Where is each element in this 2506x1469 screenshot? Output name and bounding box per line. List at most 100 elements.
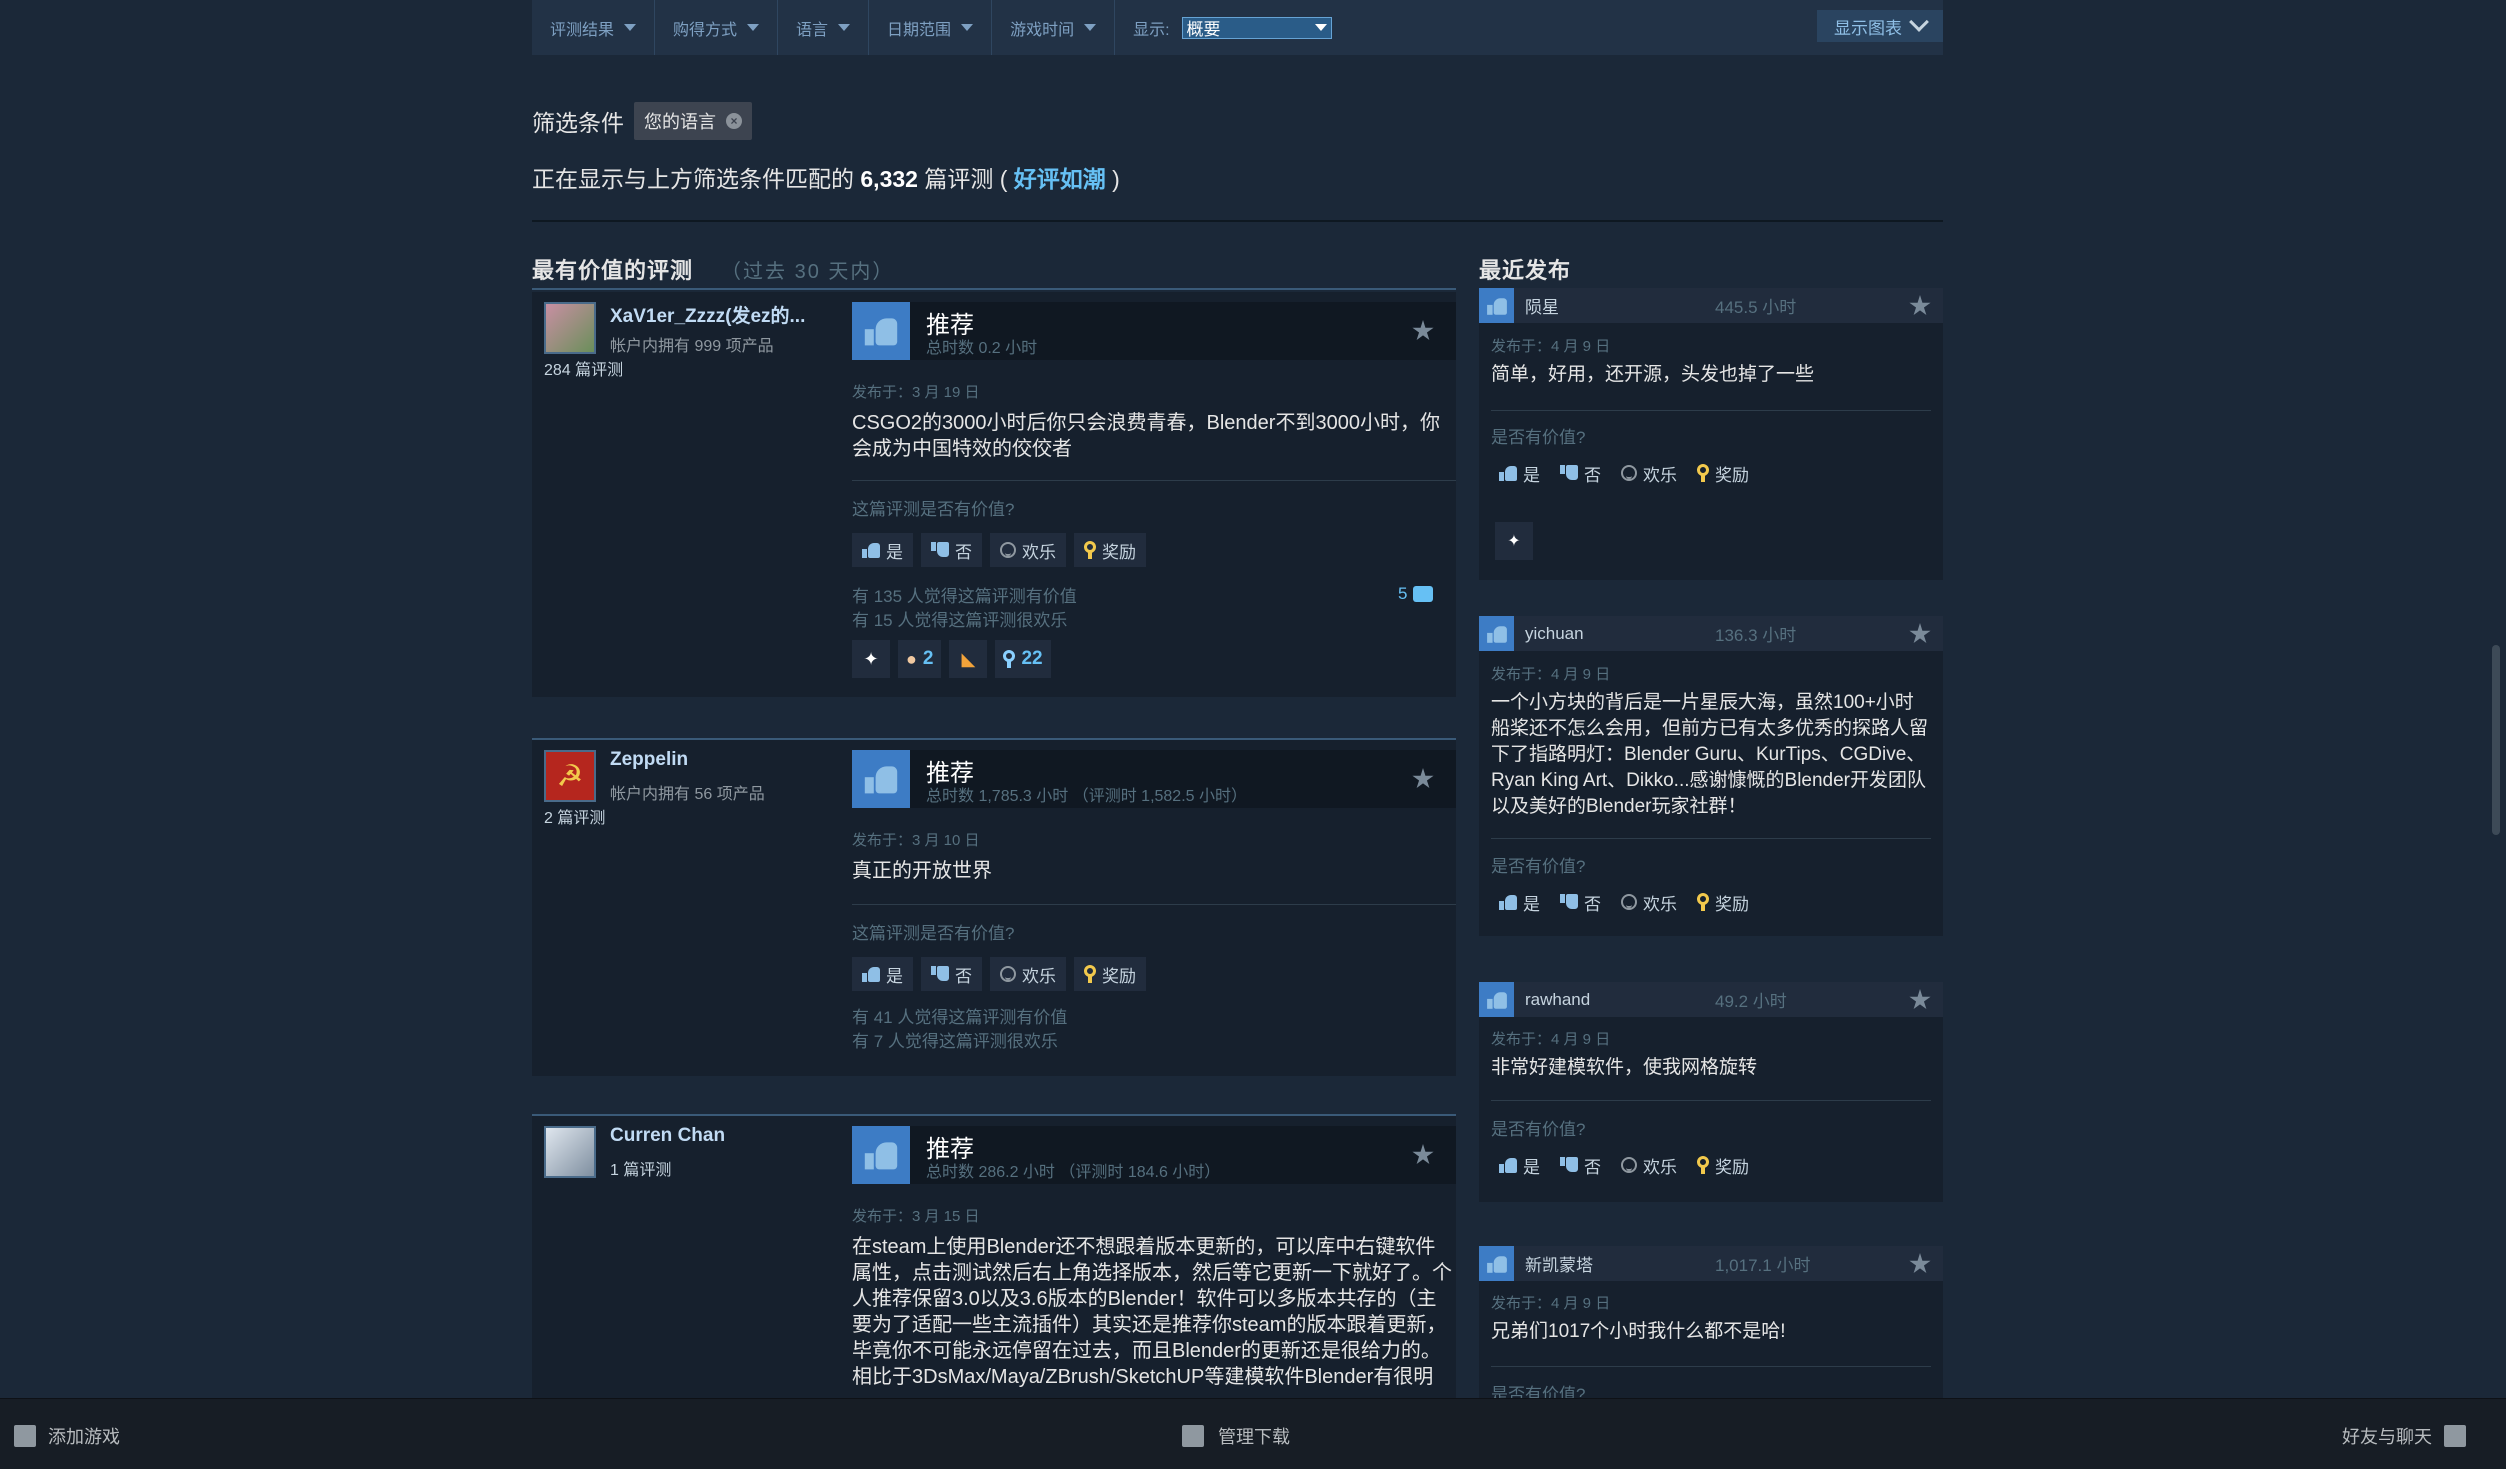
review-posted-date: 发布于：3 月 15 日 (852, 1208, 980, 1225)
vote-yes-button[interactable]: 是 (1491, 885, 1548, 919)
add-icon (14, 1425, 36, 1447)
thumbs-down-icon (931, 966, 949, 982)
thumbs-up-icon (862, 966, 880, 982)
avatar[interactable]: ☭ (544, 750, 596, 802)
thumbs-up-icon (1479, 616, 1514, 651)
vote-no-button[interactable]: 否 (921, 533, 982, 567)
award-medal[interactable]: 22 (995, 640, 1051, 678)
smile-icon (1000, 542, 1016, 558)
vote-funny-button[interactable]: 欢乐 (1613, 1148, 1685, 1182)
display-select[interactable]: 概要 (1181, 16, 1332, 39)
filter-language[interactable]: 语言 (778, 0, 870, 55)
filter-review-type[interactable]: 评测结果 (532, 0, 656, 55)
thumbs-up-icon (1499, 1157, 1517, 1173)
manage-downloads-button[interactable]: 管理下载 (1182, 1423, 1290, 1449)
review-text: CSGO2的3000小时后你只会浪费青春，Blender不到3000小时，你会成… (852, 412, 1440, 460)
wings-icon: ✦ (863, 648, 879, 669)
helpful-question: 这篇评测是否有价值? (852, 924, 1015, 943)
award-horn[interactable]: ◣ (949, 640, 988, 678)
thumbs-up-icon (1499, 465, 1517, 481)
caret-down-icon (1084, 24, 1097, 31)
friends-chat-button[interactable]: 好友与聊天 (2342, 1423, 2466, 1449)
award-button[interactable]: 奖励 (1074, 957, 1146, 991)
filter-purchase-type[interactable]: 购得方式 (655, 0, 779, 55)
review-hours: 总时数 0.2 小时 (926, 340, 1038, 357)
award-cloud[interactable]: ● 2 (898, 640, 942, 678)
divider (852, 904, 1456, 905)
thumbs-down-icon (931, 542, 949, 558)
recent-reviewer-name[interactable]: 陨星 (1525, 293, 1715, 318)
remove-filter-icon[interactable]: × (726, 113, 742, 129)
active-filter-label: 筛选条件 (532, 110, 624, 136)
award-button[interactable]: 奖励 (1689, 1148, 1757, 1182)
award-icon (1697, 1156, 1709, 1174)
review-count: 6,332 (860, 166, 918, 192)
vote-yes-button[interactable]: 是 (1491, 1148, 1548, 1182)
reviewer-name[interactable]: XaV1er_Zzzz(发ez的... (610, 301, 840, 328)
award-wings[interactable]: ✦ (1495, 522, 1533, 560)
recent-review-card: rawhand 49.2 小时 发布于：4 月 9 日 非常好建模软件，使我网格… (1479, 982, 1943, 1202)
thumbs-down-icon (1560, 1157, 1578, 1173)
review-rating[interactable]: 好评如潮 (1014, 166, 1106, 192)
vote-buttons: 是 否 欢乐 奖励 (852, 957, 1146, 991)
vote-yes-button[interactable]: 是 (852, 533, 913, 567)
scrollbar-thumb[interactable] (2492, 645, 2500, 835)
friends-icon (2444, 1425, 2466, 1447)
recent-review-hours: 1,017.1 小时 (1715, 1256, 1811, 1275)
vote-funny-button[interactable]: 欢乐 (990, 533, 1066, 567)
reviewer-name[interactable]: Curren Chan (610, 1125, 840, 1147)
chevron-down-icon (1909, 12, 1929, 32)
thumbs-down-icon (1560, 894, 1578, 910)
vote-funny-button[interactable]: 欢乐 (990, 957, 1066, 991)
wings-icon: ✦ (1507, 533, 1521, 550)
thumbs-up-glyph (1486, 991, 1507, 1009)
caret-down-icon (624, 24, 637, 31)
filter-date-range[interactable]: 日期范围 (869, 0, 993, 55)
star-icon (1412, 1144, 1434, 1165)
award-button[interactable]: 奖励 (1689, 456, 1757, 490)
caret-down-icon (838, 24, 851, 31)
avatar[interactable] (544, 1126, 596, 1178)
thumbs-up-icon (852, 750, 910, 808)
divider (1491, 1100, 1931, 1101)
review-posted-date: 发布于：3 月 19 日 (852, 384, 980, 401)
smile-icon (1621, 465, 1637, 481)
recent-reviewer-name[interactable]: yichuan (1525, 624, 1715, 644)
vote-funny-button[interactable]: 欢乐 (1613, 885, 1685, 919)
recent-review-text: 兄弟们1017个小时我什么都不是哈! (1491, 1321, 1786, 1342)
award-button[interactable]: 奖励 (1689, 885, 1757, 919)
medal-icon (1003, 650, 1016, 668)
avatar[interactable] (544, 302, 596, 354)
vote-funny-button[interactable]: 欢乐 (1613, 456, 1685, 490)
thumbs-up-glyph (864, 1141, 898, 1170)
vote-yes-button[interactable]: 是 (1491, 456, 1548, 490)
show-chart-button[interactable]: 显示图表 (1817, 10, 1943, 42)
thumbs-up-glyph (864, 765, 898, 794)
add-game-button[interactable]: 添加游戏 (14, 1423, 120, 1449)
divider (852, 480, 1456, 481)
reviewer-products: 帐户内拥有 56 项产品 (610, 786, 765, 803)
review-text: 真正的开放世界 (852, 860, 992, 882)
comment-count[interactable]: 5 (1398, 584, 1434, 604)
thumbs-up-icon (1479, 982, 1514, 1017)
smile-icon (1621, 1157, 1637, 1173)
vote-yes-button[interactable]: 是 (852, 957, 913, 991)
vote-no-button[interactable]: 否 (1552, 456, 1609, 490)
award-wings[interactable]: ✦ (852, 640, 890, 678)
award-icon (1697, 464, 1709, 482)
reviewer-review-count[interactable]: 2 篇评测 (544, 804, 605, 828)
recent-review-text: 简单，好用，还开源，头发也掉了一些 (1491, 364, 1815, 385)
vote-no-button[interactable]: 否 (1552, 885, 1609, 919)
recent-reviewer-name[interactable]: 新凯蒙塔 (1525, 1251, 1715, 1276)
reviewer-review-count[interactable]: 284 篇评测 (544, 356, 623, 380)
vote-buttons: 是 否 欢乐 奖励 (1491, 885, 1757, 919)
reviewer-review-count[interactable]: 1 篇评测 (610, 1156, 671, 1180)
award-button[interactable]: 奖励 (1074, 533, 1146, 567)
recent-reviewer-name[interactable]: rawhand (1525, 990, 1715, 1010)
filter-playtime[interactable]: 游戏时间 (992, 0, 1116, 55)
caret-down-icon (747, 24, 760, 31)
filter-chip-language[interactable]: 您的语言 × (634, 102, 752, 140)
reviewer-name[interactable]: Zeppelin (610, 749, 840, 771)
vote-no-button[interactable]: 否 (1552, 1148, 1609, 1182)
vote-no-button[interactable]: 否 (921, 957, 982, 991)
